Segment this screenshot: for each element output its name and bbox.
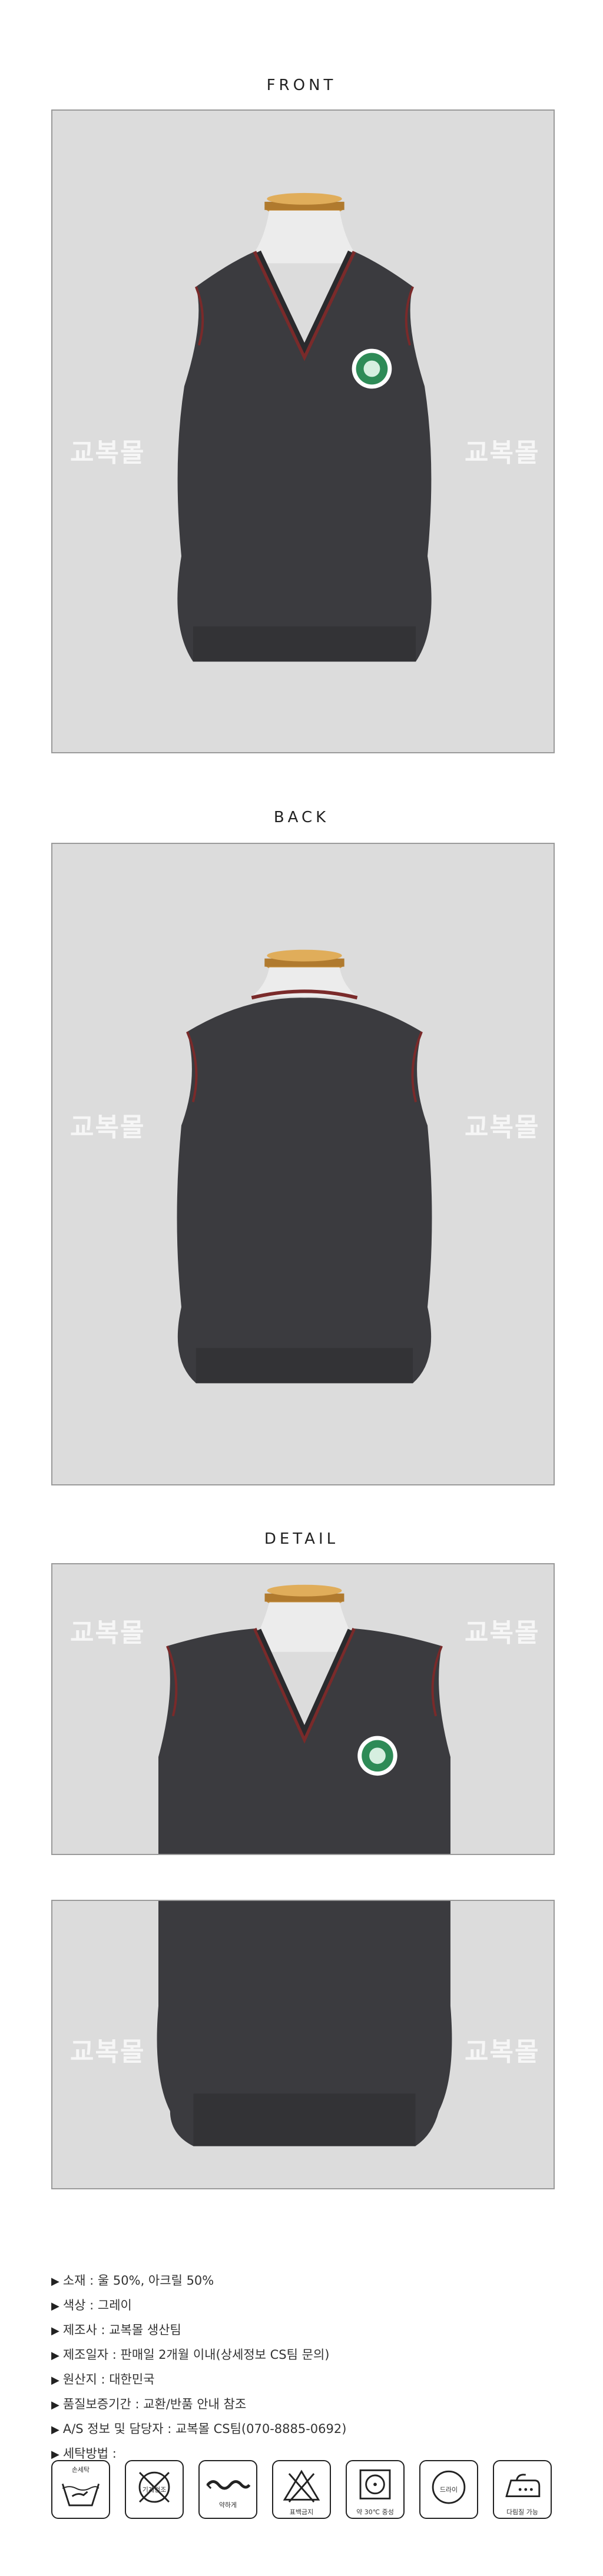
watermark-right: 교복몰 (465, 438, 540, 468)
watermark-right: 교복몰 (465, 1112, 540, 1142)
info-item-text: 색상 : 그레이 (62, 2298, 132, 2312)
care-symbols: 손세탁 기계건조 약하게 표백금지 약 30℃ 중성 드라이 다림질 가능 (51, 2460, 558, 2525)
vest-detail-neck-image (53, 1564, 553, 1854)
care-label: 표백금지 (289, 2508, 314, 2516)
watermark-left: 교복몰 (70, 1112, 145, 1142)
info-item-text: A/S 정보 및 담당자 : 교복몰 CS팀(070-8885-0692) (62, 2422, 347, 2436)
info-item-text: 제조일자 : 판매일 2개월 이내(상세정보 CS팀 문의) (62, 2348, 330, 2362)
care-label: 다림질 가능 (506, 2508, 539, 2516)
detail-section-title: DETAIL (264, 1530, 339, 1548)
info-item: ▶ 제조일자 : 판매일 2개월 이내(상세정보 CS팀 문의) (51, 2343, 558, 2368)
hand-wash-icon: 손세탁 (51, 2460, 110, 2519)
watermark-left: 교복몰 (70, 1618, 145, 1648)
triangle-bullet-icon: ▶ (51, 2399, 59, 2411)
info-item: ▶ 원산지 : 대한민국 (51, 2368, 558, 2392)
triangle-bullet-icon: ▶ (51, 2374, 59, 2386)
info-item-text: 세탁방법 : (62, 2447, 117, 2461)
info-item: ▶ A/S 정보 및 담당자 : 교복몰 CS팀(070-8885-0692) (51, 2417, 558, 2442)
info-item: ▶ 소재 : 울 50%, 아크릴 50% (51, 2269, 558, 2294)
care-label: 약 30℃ 중성 (356, 2508, 394, 2516)
product-info-list: ▶ 소재 : 울 50%, 아크릴 50% ▶ 색상 : 그레이 ▶ 제조사 : 교복… (51, 2269, 558, 2467)
care-label: 드라이 (439, 2486, 458, 2494)
triangle-bullet-icon: ▶ (51, 2325, 59, 2337)
info-item-text: 원산지 : 대한민국 (62, 2372, 155, 2386)
care-label: 약하게 (218, 2501, 237, 2509)
info-item: ▶ 제조사 : 교복몰 생산팀 (51, 2318, 558, 2343)
triangle-bullet-icon: ▶ (51, 2275, 59, 2288)
front-section-title: FRONT (266, 77, 337, 94)
no-tumble-dry-icon: 기계건조 (125, 2460, 184, 2519)
mild-wring-icon: 약하게 (198, 2460, 257, 2519)
back-section-title: BACK (273, 809, 330, 826)
back-photo: 교복몰 교복몰 (51, 843, 555, 1485)
no-bleach-icon: 표백금지 (272, 2460, 331, 2519)
watermark-left: 교복몰 (70, 438, 145, 468)
watermark-left: 교복몰 (70, 2037, 145, 2067)
vest-back-image (52, 844, 554, 1484)
info-item-text: 소재 : 울 50%, 아크릴 50% (62, 2273, 214, 2288)
info-item-text: 품질보증기간 : 교환/반품 안내 참조 (62, 2397, 247, 2411)
front-photo: 교복몰 교복몰 (51, 109, 555, 753)
iron-icon: 다림질 가능 (493, 2460, 552, 2519)
dry-clean-icon: 약 30℃ 중성 (346, 2460, 405, 2519)
info-item: ▶ 품질보증기간 : 교환/반품 안내 참조 (51, 2392, 558, 2417)
info-item-text: 제조사 : 교복몰 생산팀 (62, 2323, 181, 2337)
watermark-right: 교복몰 (465, 2037, 540, 2067)
detail-photo-top: 교복몰 교복몰 (51, 1563, 555, 1855)
care-label: 기계건조 (142, 2486, 167, 2494)
watermark-right: 교복몰 (465, 1618, 540, 1648)
dryer-icon: 드라이 (419, 2460, 478, 2519)
triangle-bullet-icon: ▶ (51, 2349, 59, 2362)
info-item: ▶ 색상 : 그레이 (51, 2294, 558, 2318)
triangle-bullet-icon: ▶ (51, 2424, 59, 2436)
detail-photo-bottom: 교복몰 교복몰 (51, 1900, 555, 2189)
triangle-bullet-icon: ▶ (51, 2300, 59, 2312)
